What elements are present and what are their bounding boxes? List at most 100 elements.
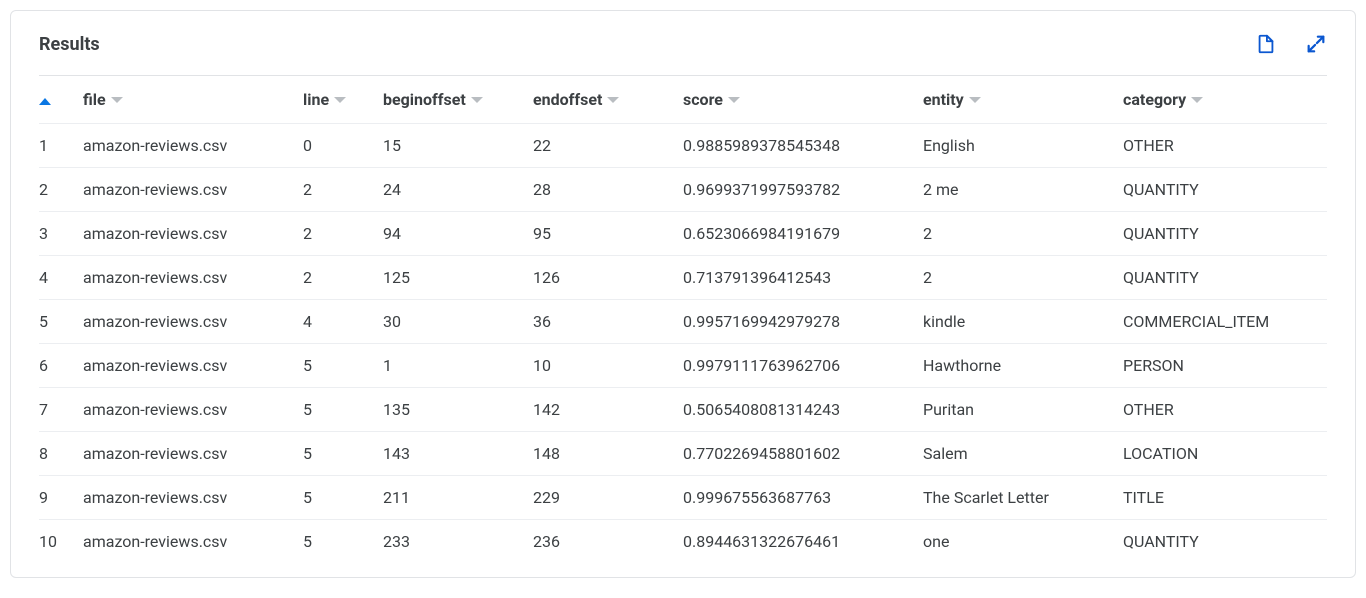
cell-entity: Puritan <box>923 388 1123 432</box>
cell-endoffset: 28 <box>533 168 683 212</box>
cell-entity: 2 <box>923 256 1123 300</box>
sort-desc-icon <box>334 97 346 103</box>
cell-idx: 6 <box>39 344 83 388</box>
export-icon[interactable] <box>1255 33 1277 55</box>
table-row: 2amazon-reviews.csv224280.96993719975937… <box>39 168 1327 212</box>
cell-entity: Hawthorne <box>923 344 1123 388</box>
cell-score: 0.9885989378545348 <box>683 124 923 168</box>
cell-entity: one <box>923 520 1123 564</box>
panel-header: Results <box>39 33 1327 76</box>
cell-entity: 2 me <box>923 168 1123 212</box>
column-header-endoffset[interactable]: endoffset <box>533 76 683 124</box>
column-label: endoffset <box>533 90 602 109</box>
cell-score: 0.9699371997593782 <box>683 168 923 212</box>
column-header-beginoffset[interactable]: beginoffset <box>383 76 533 124</box>
sort-desc-icon <box>728 97 740 103</box>
table-row: 3amazon-reviews.csv294950.65230669841916… <box>39 212 1327 256</box>
expand-icon[interactable] <box>1305 33 1327 55</box>
cell-endoffset: 126 <box>533 256 683 300</box>
cell-line: 5 <box>303 388 383 432</box>
cell-file: amazon-reviews.csv <box>83 432 303 476</box>
table-row: 6amazon-reviews.csv51100.997911176396270… <box>39 344 1327 388</box>
cell-score: 0.6523066984191679 <box>683 212 923 256</box>
cell-idx: 3 <box>39 212 83 256</box>
cell-idx: 1 <box>39 124 83 168</box>
column-header-line[interactable]: line <box>303 76 383 124</box>
cell-category: LOCATION <box>1123 432 1327 476</box>
cell-file: amazon-reviews.csv <box>83 300 303 344</box>
cell-line: 5 <box>303 476 383 520</box>
cell-endoffset: 36 <box>533 300 683 344</box>
cell-category: OTHER <box>1123 388 1327 432</box>
cell-entity: kindle <box>923 300 1123 344</box>
cell-line: 2 <box>303 212 383 256</box>
table-row: 9amazon-reviews.csv52112290.999675563687… <box>39 476 1327 520</box>
table-row: 4amazon-reviews.csv21251260.713791396412… <box>39 256 1327 300</box>
cell-file: amazon-reviews.csv <box>83 520 303 564</box>
cell-idx: 4 <box>39 256 83 300</box>
cell-beginoffset: 211 <box>383 476 533 520</box>
cell-score: 0.999675563687763 <box>683 476 923 520</box>
cell-entity: 2 <box>923 212 1123 256</box>
cell-endoffset: 22 <box>533 124 683 168</box>
cell-beginoffset: 233 <box>383 520 533 564</box>
cell-endoffset: 148 <box>533 432 683 476</box>
cell-entity: The Scarlet Letter <box>923 476 1123 520</box>
cell-category: OTHER <box>1123 124 1327 168</box>
cell-line: 5 <box>303 432 383 476</box>
results-table: file line beginoffset endoffset score en… <box>39 76 1327 563</box>
cell-line: 2 <box>303 168 383 212</box>
cell-category: QUANTITY <box>1123 256 1327 300</box>
panel-title: Results <box>39 34 100 55</box>
cell-idx: 7 <box>39 388 83 432</box>
cell-beginoffset: 1 <box>383 344 533 388</box>
sort-desc-icon <box>607 97 619 103</box>
cell-file: amazon-reviews.csv <box>83 168 303 212</box>
column-header-score[interactable]: score <box>683 76 923 124</box>
cell-entity: English <box>923 124 1123 168</box>
cell-beginoffset: 24 <box>383 168 533 212</box>
cell-line: 0 <box>303 124 383 168</box>
cell-file: amazon-reviews.csv <box>83 124 303 168</box>
column-label: beginoffset <box>383 90 466 109</box>
cell-category: QUANTITY <box>1123 520 1327 564</box>
cell-file: amazon-reviews.csv <box>83 344 303 388</box>
cell-file: amazon-reviews.csv <box>83 256 303 300</box>
cell-endoffset: 229 <box>533 476 683 520</box>
column-header-category[interactable]: category <box>1123 76 1327 124</box>
column-header-entity[interactable]: entity <box>923 76 1123 124</box>
cell-beginoffset: 15 <box>383 124 533 168</box>
cell-line: 5 <box>303 520 383 564</box>
cell-idx: 2 <box>39 168 83 212</box>
cell-category: COMMERCIAL_ITEM <box>1123 300 1327 344</box>
column-label: score <box>683 90 723 109</box>
cell-file: amazon-reviews.csv <box>83 212 303 256</box>
cell-file: amazon-reviews.csv <box>83 388 303 432</box>
cell-idx: 5 <box>39 300 83 344</box>
column-header-file[interactable]: file <box>83 76 303 124</box>
cell-score: 0.7702269458801602 <box>683 432 923 476</box>
sort-asc-icon <box>39 98 51 105</box>
cell-category: QUANTITY <box>1123 168 1327 212</box>
cell-score: 0.9957169942979278 <box>683 300 923 344</box>
column-label: entity <box>923 90 964 109</box>
cell-category: PERSON <box>1123 344 1327 388</box>
cell-beginoffset: 94 <box>383 212 533 256</box>
cell-endoffset: 10 <box>533 344 683 388</box>
cell-idx: 10 <box>39 520 83 564</box>
panel-actions <box>1255 33 1327 55</box>
table-header-row: file line beginoffset endoffset score en… <box>39 76 1327 124</box>
cell-score: 0.9979111763962706 <box>683 344 923 388</box>
cell-score: 0.8944631322676461 <box>683 520 923 564</box>
results-panel: Results <box>10 10 1356 578</box>
column-label: category <box>1123 90 1186 109</box>
cell-beginoffset: 143 <box>383 432 533 476</box>
column-header-index[interactable] <box>39 76 83 124</box>
sort-desc-icon <box>969 97 981 103</box>
cell-category: QUANTITY <box>1123 212 1327 256</box>
sort-desc-icon <box>111 97 123 103</box>
cell-idx: 8 <box>39 432 83 476</box>
cell-endoffset: 236 <box>533 520 683 564</box>
cell-beginoffset: 30 <box>383 300 533 344</box>
column-label: line <box>303 90 329 109</box>
